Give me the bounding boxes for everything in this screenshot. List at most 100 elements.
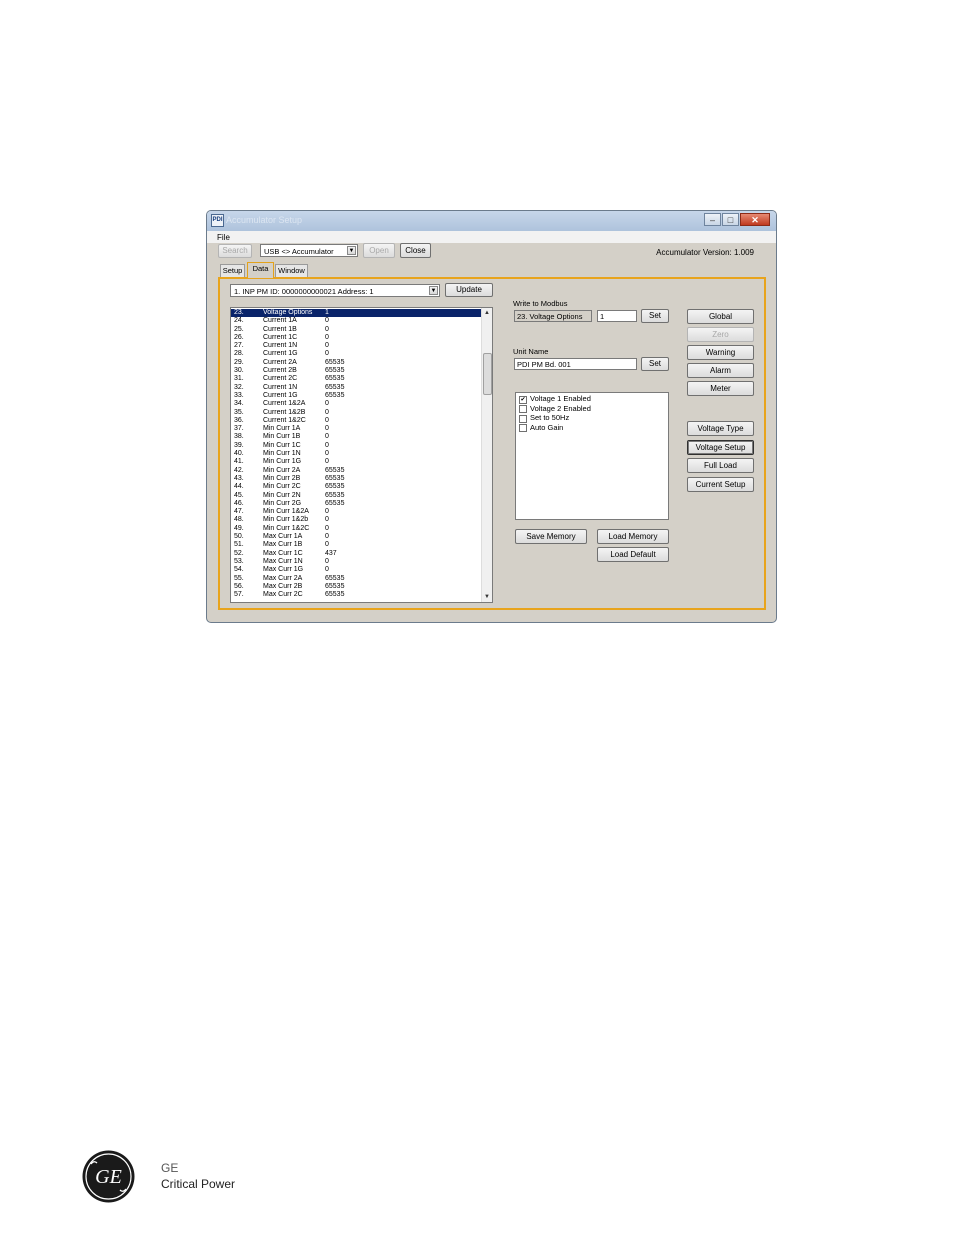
maximize-icon[interactable]: □ (722, 213, 739, 226)
unit-name-set-button[interactable]: Set (641, 357, 669, 371)
zero-button[interactable]: Zero (687, 327, 754, 342)
list-item[interactable]: 31. Current 2C 65535 (231, 375, 483, 383)
brand-division: Critical Power (161, 1177, 236, 1191)
list-item[interactable]: 55. Max Curr 2A 65535 (231, 575, 483, 583)
checkmark-icon[interactable]: ✔ (519, 395, 527, 404)
global-button[interactable]: Global (687, 309, 754, 324)
list-item[interactable]: 27. Current 1N 0 (231, 342, 483, 350)
version-label: Accumulator Version: 1.009 (656, 248, 754, 257)
list-item[interactable]: 48. Min Curr 1&2b 0 (231, 516, 483, 524)
tab-setup[interactable]: Setup (220, 264, 245, 277)
list-item[interactable]: 37. Min Curr 1A 0 (231, 425, 483, 433)
list-item[interactable]: 32. Current 1N 65535 (231, 384, 483, 392)
scroll-up-icon[interactable]: ▲ (482, 308, 492, 318)
list-item[interactable]: 35. Current 1&2B 0 (231, 409, 483, 417)
option-checkbox[interactable]: Set to 50Hz (516, 413, 668, 423)
brand-name: GE (161, 1161, 179, 1175)
scroll-down-icon[interactable]: ▼ (482, 592, 492, 602)
list-item[interactable]: 50. Max Curr 1A 0 (231, 533, 483, 541)
list-item[interactable]: 24. Current 1A 0 (231, 317, 483, 325)
list-item[interactable]: 33. Current 1G 65535 (231, 392, 483, 400)
list-item[interactable]: 56. Max Curr 2B 65535 (231, 583, 483, 591)
register-name: Current 2B (263, 367, 297, 375)
current-setup-button[interactable]: Current Setup (687, 477, 754, 492)
save-memory-button[interactable]: Save Memory (515, 529, 587, 544)
register-name: Max Curr 2B (263, 582, 303, 590)
list-item[interactable]: 29. Current 2A 65535 (231, 359, 483, 367)
list-item[interactable]: 42. Min Curr 2A 65535 (231, 467, 483, 475)
register-value: 65535 (325, 491, 345, 499)
chevron-down-icon[interactable]: ▼ (429, 286, 438, 295)
list-item[interactable]: 47. Min Curr 1&2A 0 (231, 508, 483, 516)
load-memory-button[interactable]: Load Memory (597, 529, 669, 544)
chevron-down-icon[interactable]: ▼ (347, 246, 356, 255)
voltage-setup-button[interactable]: Voltage Setup (687, 440, 754, 455)
list-item[interactable]: 36. Current 1&2C 0 (231, 417, 483, 425)
register-list[interactable]: 23. Voltage Options 1 24. Current 1A 0 25. Curr… (230, 307, 493, 603)
update-button[interactable]: Update (445, 283, 493, 297)
list-item[interactable]: 45. Min Curr 2N 65535 (231, 492, 483, 500)
warning-button[interactable]: Warning (687, 345, 754, 360)
list-item[interactable]: 34. Current 1&2A 0 (231, 400, 483, 408)
option-label: Auto Gain (530, 422, 564, 432)
close-icon[interactable]: ✕ (740, 213, 770, 226)
list-item[interactable]: 41. Min Curr 1G 0 (231, 458, 483, 466)
register-value: 0 (325, 433, 329, 441)
checkbox-icon[interactable] (519, 405, 527, 413)
close-button[interactable]: Close (400, 243, 431, 258)
option-checkbox[interactable]: ✔ Voltage 1 Enabled (516, 394, 668, 404)
modbus-set-button[interactable]: Set (641, 309, 669, 323)
ge-logo: GE (82, 1150, 135, 1203)
list-item[interactable]: 30. Current 2B 65535 (231, 367, 483, 375)
open-button[interactable]: Open (363, 243, 395, 258)
load-default-button[interactable]: Load Default (597, 547, 669, 562)
list-item[interactable]: 43. Min Curr 2B 65535 (231, 475, 483, 483)
minimize-icon[interactable]: – (704, 213, 721, 226)
option-label: Set to 50Hz (530, 413, 570, 422)
register-name: Min Curr 2B (263, 474, 301, 482)
voltage-type-button[interactable]: Voltage Type (687, 421, 754, 436)
connection-select[interactable]: USB <> Accumulator ▼ (260, 244, 358, 257)
list-item[interactable]: 25. Current 1B 0 (231, 326, 483, 334)
list-item[interactable]: 40. Min Curr 1N 0 (231, 450, 483, 458)
device-select[interactable]: 1. INP PM ID: 0000000000021 Address: 1 ▼ (230, 284, 440, 297)
meter-button[interactable]: Meter (687, 381, 754, 396)
list-item[interactable]: 53. Max Curr 1N 0 (231, 558, 483, 566)
register-number: 33. (234, 391, 244, 399)
alarm-button[interactable]: Alarm (687, 363, 754, 378)
title-bar[interactable]: PDI Accumulator Setup – □ ✕ (207, 211, 776, 232)
connection-select-value: USB <> Accumulator (264, 247, 334, 256)
list-item[interactable]: 44. Min Curr 2C 65535 (231, 483, 483, 491)
checkbox-icon[interactable] (519, 414, 527, 423)
list-item[interactable]: 23. Voltage Options 1 (231, 309, 483, 318)
tab-window[interactable]: Window (275, 264, 308, 277)
list-item[interactable]: 54. Max Curr 1G 0 (231, 566, 483, 574)
checkbox-icon[interactable] (519, 424, 527, 432)
list-item[interactable]: 26. Current 1C 0 (231, 334, 483, 342)
list-item[interactable]: 28. Current 1G 0 (231, 350, 483, 358)
unit-name-input[interactable]: PDI PM Bd. 001 (514, 358, 637, 370)
list-item[interactable]: 46. Min Curr 2G 65535 (231, 500, 483, 508)
register-number: 45. (234, 491, 244, 499)
list-item[interactable]: 39. Min Curr 1C 0 (231, 442, 483, 450)
full-load-button[interactable]: Full Load (687, 458, 754, 473)
scroll-thumb[interactable] (483, 353, 492, 395)
option-checkbox[interactable]: Voltage 2 Enabled (516, 404, 668, 413)
list-item[interactable]: 38. Min Curr 1B 0 (231, 433, 483, 441)
list-item[interactable]: 57. Max Curr 2C 65535 (231, 591, 483, 599)
option-label: Voltage 1 Enabled (530, 394, 591, 403)
modbus-value-input[interactable]: 1 (597, 310, 637, 322)
list-item[interactable]: 49. Min Curr 1&2C 0 (231, 525, 483, 533)
search-button[interactable]: Search (218, 244, 252, 258)
register-number: 39. (234, 441, 244, 449)
register-name: Min Curr 1&2A (263, 508, 309, 516)
list-item[interactable]: 51. Max Curr 1B 0 (231, 541, 483, 549)
register-list-scrollbar[interactable]: ▲ ▼ (481, 308, 492, 602)
menu-file[interactable]: File (217, 233, 230, 242)
register-number: 36. (234, 416, 244, 424)
register-value: 0 (325, 333, 329, 341)
option-checkbox[interactable]: Auto Gain (516, 422, 668, 432)
register-number: 31. (234, 375, 244, 383)
tab-data[interactable]: Data (247, 262, 274, 278)
list-item[interactable]: 52. Max Curr 1C 437 (231, 550, 483, 558)
